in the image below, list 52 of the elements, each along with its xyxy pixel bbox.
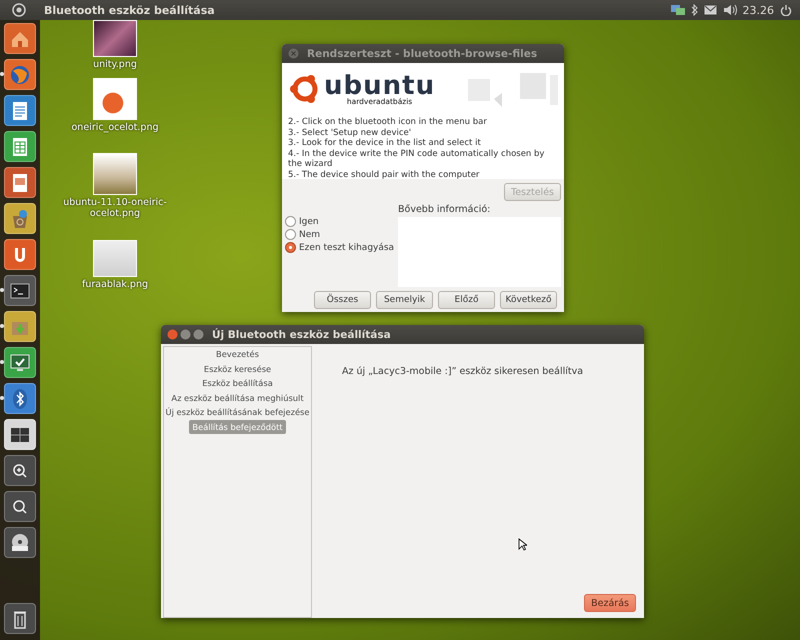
bluetooth-icon[interactable]: [690, 4, 698, 16]
dialog-button[interactable]: Semelyik: [376, 291, 433, 309]
field-label: Bővebb információ:: [398, 204, 492, 215]
radio-option[interactable]: Nem: [285, 229, 398, 240]
step-label: Eszköz beállítása: [202, 377, 273, 390]
mouse-cursor-icon: [518, 538, 527, 551]
dialog-button[interactable]: Összes: [314, 291, 371, 309]
ubuntu-logo-icon[interactable]: [12, 3, 26, 17]
volume-icon[interactable]: [722, 4, 736, 16]
launcher-item[interactable]: [4, 491, 36, 522]
window-title: Új Bluetooth eszköz beállítása: [212, 328, 391, 340]
minimize-icon[interactable]: [180, 329, 191, 340]
running-indicator: [0, 396, 4, 400]
close-icon[interactable]: [167, 329, 178, 340]
radio-option[interactable]: Igen: [285, 216, 398, 227]
clock[interactable]: 23.26: [742, 4, 774, 16]
network-icon[interactable]: [670, 4, 684, 16]
running-indicator: [0, 72, 4, 76]
launcher-item[interactable]: [4, 527, 36, 558]
trash-item[interactable]: [4, 603, 36, 634]
maximize-icon[interactable]: [193, 329, 204, 340]
instructions-text: 2.- Click on the bluetooth icon in the menu bar 3.- Select 'Setup new device' 3.- Look for the device in the list and select it 4.- In the device write the PIN code automatically chosen by the wizard 5.- The device should pair with the computer: [282, 115, 564, 179]
window-title: Bluetooth eszköz beállítása: [44, 4, 216, 16]
step-label: Bevezetés: [216, 348, 259, 361]
image-thumbnail[interactable]: [93, 240, 137, 277]
close-button[interactable]: Bezárás: [584, 594, 636, 612]
window-title: Rendszerteszt - bluetooth-browse-files: [307, 48, 538, 60]
disc-icon: [9, 532, 31, 554]
running-indicator: [0, 288, 4, 292]
launcher-item[interactable]: [4, 419, 36, 450]
image-thumbnail[interactable]: [93, 78, 137, 120]
step-label: Beállítás befejeződött: [189, 420, 286, 434]
dialog-button[interactable]: Következő: [500, 291, 557, 309]
step-label: Az eszköz beállítása meghiúsult: [171, 392, 304, 405]
envelope-icon[interactable]: [704, 5, 716, 15]
logo-text: ubuntu: [324, 72, 436, 98]
dialog-button[interactable]: Előző: [438, 291, 495, 309]
step-label: Új eszköz beállításának befejezése: [166, 406, 310, 419]
running-indicator: [0, 360, 4, 364]
image-thumbnail[interactable]: [93, 153, 137, 195]
monitor-check-icon: [9, 352, 31, 374]
image-thumbnail[interactable]: [93, 20, 137, 57]
status-message: Az új „Lacyc3-mobile :]” eszköz sikeresen beállítva: [342, 366, 584, 377]
file-name[interactable]: unity.png: [93, 59, 137, 70]
launcher-item[interactable]: [4, 167, 36, 198]
globe-icon: [9, 64, 31, 86]
power-icon[interactable]: [780, 4, 792, 16]
launcher-item[interactable]: [4, 455, 36, 486]
step-label: Eszköz keresése: [204, 362, 272, 376]
radio-option[interactable]: Ezen teszt kihagyása: [285, 242, 398, 253]
running-indicator: [0, 324, 4, 328]
launcher-item[interactable]: [4, 95, 36, 126]
